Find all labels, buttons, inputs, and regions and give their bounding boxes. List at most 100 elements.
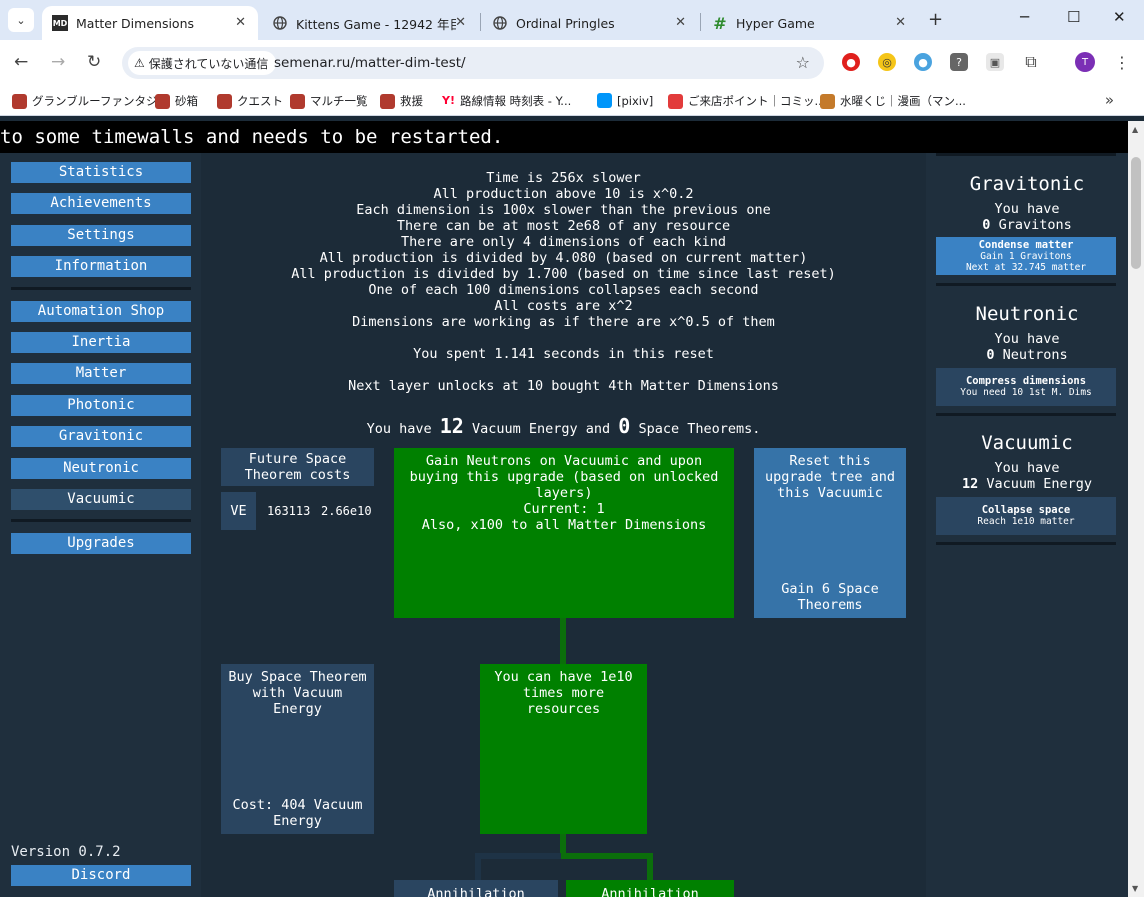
challenge-line: There can be at most 2e68 of any resourc…: [396, 218, 731, 234]
scroll-down-arrow-icon[interactable]: ▼: [1132, 884, 1138, 893]
bookmark-favicon-icon: [380, 93, 395, 109]
upgrade-gain-neutrons[interactable]: Gain Neutrons on Vacuumic and upon buyin…: [394, 448, 734, 618]
profile-avatar[interactable]: T: [1075, 52, 1095, 72]
bookmark-favicon-icon: [155, 93, 170, 109]
gravitonic-you-have: You have: [994, 201, 1060, 217]
scroll-up-arrow-icon[interactable]: ▲: [1132, 125, 1138, 134]
close-icon[interactable]: ✕: [895, 15, 906, 30]
panel-divider: [936, 153, 1116, 156]
tree-connector: [475, 853, 481, 881]
bookmark-favicon-icon: [12, 93, 27, 109]
reload-icon[interactable]: ↻: [87, 52, 101, 72]
sidebar-divider: [11, 519, 191, 522]
tab-title: Kittens Game - 12942 年目: [296, 16, 456, 32]
left-sidebar: Statistics Achievements Settings Informa…: [0, 153, 201, 897]
vacuumic-title: Vacuumic: [981, 432, 1073, 454]
tab-title: Hyper Game: [736, 15, 815, 31]
sidebar-item-gravitonic[interactable]: Gravitonic: [11, 426, 191, 447]
security-label: 保護されていない通信: [148, 56, 269, 71]
tab-ordinal-pringles[interactable]: Ordinal Pringles ✕: [482, 6, 698, 40]
upgrade-annihilation-right[interactable]: Annihilation: [566, 880, 734, 897]
headphones-extension-icon[interactable]: ◎: [878, 53, 896, 71]
collapse-space-button[interactable]: Collapse space Reach 1e10 matter: [936, 497, 1116, 535]
sidebar-item-neutronic[interactable]: Neutronic: [11, 458, 191, 479]
forward-arrow-icon[interactable]: →: [51, 52, 65, 72]
reset-tree-button[interactable]: Reset this upgrade tree and this Vacuumi…: [754, 448, 906, 618]
neutronic-you-have: You have: [994, 331, 1060, 347]
page-scrollbar[interactable]: ▲ ▼: [1128, 121, 1144, 897]
tab-hyper-game[interactable]: # Hyper Game ✕: [702, 6, 918, 40]
sidebar-item-matter[interactable]: Matter: [11, 363, 191, 384]
close-icon[interactable]: ✕: [455, 15, 466, 30]
challenge-line: All production is divided by 4.080 (base…: [319, 250, 808, 266]
bookmark-item[interactable]: クエスト: [217, 93, 283, 109]
sidebar-item-information[interactable]: Information: [11, 256, 191, 277]
globe-icon: [492, 15, 508, 31]
bookmark-item[interactable]: [pixiv]: [597, 93, 653, 108]
bookmark-item[interactable]: 救援: [380, 93, 423, 109]
compress-dimensions-button[interactable]: Compress dimensions You need 10 1st M. D…: [936, 368, 1116, 406]
pixiv-icon: [597, 93, 612, 108]
bookmark-item[interactable]: グランブルーファンタジー: [12, 93, 169, 109]
panel-divider: [936, 413, 1116, 416]
bookmark-item[interactable]: ご来店ポイント｜コミッ...: [668, 93, 825, 109]
right-panel: Gravitonic You have 0 Gravitons Condense…: [926, 153, 1128, 897]
bookmark-item[interactable]: Y! 路線情報 時刻表 - Y...: [442, 93, 571, 109]
challenge-line: One of each 100 dimensions collapses eac…: [368, 282, 759, 298]
challenge-line: Each dimension is 100x slower than the p…: [356, 202, 771, 218]
buy-space-theorem-button[interactable]: Buy Space Theorem with Vacuum Energy Cos…: [221, 664, 374, 834]
upgrade-annihilation-left[interactable]: Annihilation: [394, 880, 558, 897]
tab-separator: [480, 13, 481, 31]
bookmark-item[interactable]: 砂箱: [155, 93, 198, 109]
sidebar-item-inertia[interactable]: Inertia: [11, 332, 191, 353]
bookmark-star-icon[interactable]: ☆: [796, 53, 810, 72]
url-text[interactable]: semenar.ru/matter-dim-test/: [274, 55, 466, 71]
sidebar-item-photonic[interactable]: Photonic: [11, 395, 191, 416]
extensions-puzzle-icon[interactable]: ⧉: [1022, 52, 1040, 71]
new-tab-plus-icon[interactable]: +: [928, 9, 943, 30]
panel-divider: [936, 542, 1116, 545]
tab-separator: [700, 13, 701, 31]
tree-connector: [560, 833, 566, 855]
menu-kebab-icon[interactable]: ⋮: [1113, 53, 1131, 72]
blue-circle-extension-icon[interactable]: ●: [914, 53, 932, 71]
back-arrow-icon[interactable]: ←: [14, 52, 28, 72]
discord-button[interactable]: Discord: [11, 865, 191, 886]
question-extension-icon[interactable]: ?: [950, 53, 968, 71]
tab-matter-dimensions[interactable]: MD Matter Dimensions ✕: [42, 6, 258, 40]
tab-search-button[interactable]: ⌄: [8, 8, 34, 32]
security-chip[interactable]: ⚠ 保護されていない通信: [128, 51, 277, 75]
bookmarks-overflow-icon[interactable]: »: [1105, 91, 1114, 109]
chevron-down-icon: ⌄: [16, 13, 26, 27]
close-icon[interactable]: ✕: [235, 15, 246, 30]
bookmark-favicon-icon: [217, 93, 232, 109]
sidebar-item-settings[interactable]: Settings: [11, 225, 191, 246]
minimize-icon[interactable]: ─: [1020, 8, 1029, 26]
adblock-extension-icon[interactable]: ●: [842, 53, 860, 71]
scrollbar-thumb[interactable]: [1131, 157, 1141, 269]
upgrade-more-resources[interactable]: You can have 1e10 times more resources: [480, 664, 647, 834]
vacuumic-amount-line: 12 Vacuum Energy: [961, 476, 1093, 492]
sidebar-item-upgrades[interactable]: Upgrades: [11, 533, 191, 554]
sidebar-item-achievements[interactable]: Achievements: [11, 193, 191, 214]
omnibox[interactable]: ⚠ 保護されていない通信 semenar.ru/matter-dim-test/…: [122, 47, 824, 79]
globe-icon: [272, 15, 288, 31]
md-favicon-icon: MD: [52, 15, 68, 31]
bookmark-item[interactable]: 水曜くじ｜漫画（マン...: [820, 93, 966, 109]
close-icon[interactable]: ✕: [675, 15, 686, 30]
bookmark-favicon-icon: [820, 93, 835, 109]
window-close-icon[interactable]: ✕: [1113, 8, 1126, 26]
notification-banner: to some timewalls and needs to be restar…: [0, 121, 1128, 153]
address-toolbar: ← → ↻ ⚠ 保護されていない通信 semenar.ru/matter-dim…: [0, 40, 1144, 86]
neutronic-amount-line: 0 Neutrons: [986, 347, 1068, 363]
screenshot-extension-icon[interactable]: ▣: [986, 53, 1004, 71]
sidebar-item-statistics[interactable]: Statistics: [11, 162, 191, 183]
tab-title: Matter Dimensions: [76, 15, 195, 31]
condense-matter-button[interactable]: Condense matter Gain 1 Gravitons Next at…: [936, 237, 1116, 275]
bookmark-item[interactable]: マルチ一覧: [290, 93, 368, 109]
sidebar-item-vacuumic[interactable]: Vacuumic: [11, 489, 191, 510]
resources-summary: You have 12 Vacuum Energy and 0 Space Th…: [366, 414, 761, 438]
maximize-icon[interactable]: ☐: [1067, 8, 1080, 26]
sidebar-item-automation-shop[interactable]: Automation Shop: [11, 301, 191, 322]
tab-kittens-game[interactable]: Kittens Game - 12942 年目 ✕: [262, 6, 478, 40]
